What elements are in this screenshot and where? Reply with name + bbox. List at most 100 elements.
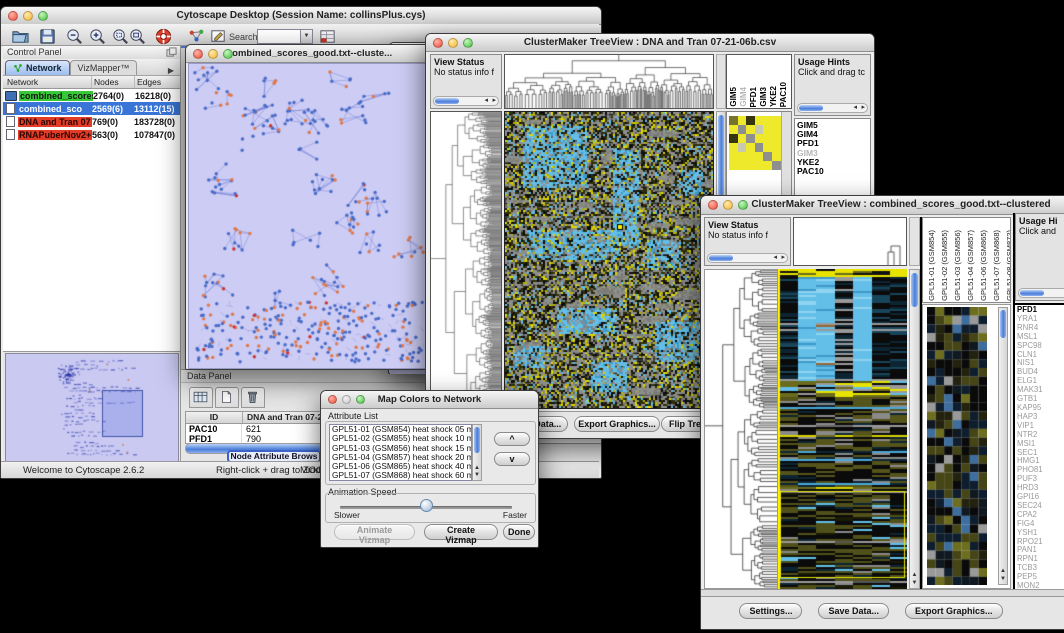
zoom-window-icon[interactable]	[356, 395, 365, 404]
minimize-icon[interactable]	[448, 38, 458, 48]
treeview2-window: ClusterMaker TreeView : combined_scores_…	[700, 195, 1064, 630]
minimize-icon[interactable]	[723, 200, 733, 210]
tab-overflow-arrow[interactable]: ▶	[164, 66, 178, 75]
attribute-list-item[interactable]: GPL51-07 (GSM868) heat shock 60 min	[332, 471, 471, 480]
network-overview-canvas[interactable]	[5, 353, 179, 463]
treeview2-titlebar[interactable]: ClusterMaker TreeView : combined_scores_…	[701, 196, 1064, 215]
scroll-right-icon[interactable]: ▸	[861, 104, 865, 112]
treeview-button[interactable]: Export Graphics...	[905, 603, 1003, 619]
scroll-down-icon[interactable]: ▼	[473, 472, 481, 479]
create-vizmap-button[interactable]: Create Vizmap	[424, 524, 498, 540]
treeview-button[interactable]: Settings...	[739, 603, 802, 619]
row-dendrogram-canvas[interactable]	[431, 112, 501, 408]
usage-hints-scrollbar[interactable]: ◂▸	[1018, 288, 1064, 298]
zoom-in-button[interactable]	[87, 27, 107, 47]
main-titlebar[interactable]: Cytoscape Desktop (Session Name: collins…	[1, 7, 601, 25]
create-attribute-button[interactable]	[215, 387, 239, 408]
network1-canvas[interactable]	[188, 63, 432, 369]
view-status-scrollbar[interactable]: ◂▸	[433, 96, 499, 106]
usage-hints-title: Usage Hi	[1019, 216, 1064, 226]
zoom-window-icon[interactable]	[463, 38, 473, 48]
treeview1-titlebar[interactable]: ClusterMaker TreeView : DNA and Tran 07-…	[426, 34, 874, 52]
zoom-window-icon[interactable]	[738, 200, 748, 210]
global-vscrollbar[interactable]: ▲ ▼	[909, 269, 920, 589]
table-icon	[192, 389, 209, 405]
move-down-button[interactable]: v	[494, 452, 530, 466]
window-controls	[8, 11, 48, 21]
zoom-vscrollbar[interactable]: ▲ ▼	[998, 307, 1008, 585]
save-session-button[interactable]	[37, 27, 57, 47]
faster-label: Faster	[503, 510, 527, 520]
row-dendrogram-panel	[430, 111, 502, 409]
view-status-scrollbar[interactable]: ◂▸	[707, 253, 788, 263]
scroll-up-icon[interactable]: ▲	[473, 465, 481, 472]
treeview-button[interactable]: Export Graphics...	[574, 416, 660, 432]
global-heatmap-canvas[interactable]	[778, 269, 907, 589]
matrix-cell	[746, 143, 755, 152]
column-header-network[interactable]: Network	[3, 76, 92, 88]
animate-vizmap-button[interactable]: Animate Vizmap	[334, 524, 415, 540]
zoom-heatmap-canvas[interactable]	[927, 307, 987, 585]
network-list-row[interactable]: RNAPuberNov2+!563(0)107847(0)	[3, 128, 180, 141]
tab-network[interactable]: Network	[5, 60, 70, 75]
minimize-icon[interactable]	[23, 11, 33, 21]
network-list-row[interactable]: combined_sco2569(6)13112(15)	[3, 102, 180, 115]
column-header-id[interactable]: ID	[186, 412, 243, 423]
matrix-cell	[772, 116, 781, 125]
heatmap-canvas[interactable]	[505, 112, 713, 408]
column-header-edges[interactable]: Edges	[135, 76, 180, 88]
zoom-window-icon[interactable]	[38, 11, 48, 21]
scroll-right-icon[interactable]: ▸	[492, 97, 496, 105]
attribute-list[interactable]: GPL51-01 (GSM854) heat shock 05 minGPL51…	[329, 424, 472, 481]
delete-attribute-button[interactable]	[241, 387, 265, 408]
column-dendrogram-canvas[interactable]	[505, 55, 713, 108]
scroll-up-icon[interactable]: ▲	[999, 568, 1007, 575]
scroll-left-icon[interactable]: ◂	[853, 104, 857, 112]
scroll-right-icon[interactable]: ▸	[781, 254, 785, 262]
column-labels-panel: GIM5GIM4PFD1GIM3YKE2PAC10	[726, 54, 792, 109]
network-list-row[interactable]: DNA and Tran 07769(0)183728(0)	[3, 115, 180, 128]
attribute-list-scrollbar[interactable]: ▲ ▼	[472, 424, 482, 481]
zoom-fit-button[interactable]	[127, 27, 147, 47]
column-label: GPL51-01 (GSM854)	[926, 230, 937, 301]
network1-titlebar[interactable]: combined_scores_good.txt--cluste...	[186, 45, 433, 63]
speed-slider-thumb[interactable]	[420, 499, 433, 512]
scroll-up-icon[interactable]: ▲	[910, 572, 919, 579]
close-icon[interactable]	[328, 395, 337, 404]
scroll-left-icon[interactable]: ◂	[484, 97, 488, 105]
column-label: GPL51-04 (GSM857)	[965, 230, 976, 301]
select-attributes-button[interactable]	[189, 387, 213, 408]
zoom-out-button[interactable]	[64, 27, 84, 47]
column-dendrogram-canvas[interactable]	[794, 218, 906, 265]
close-icon[interactable]	[433, 38, 443, 48]
similarity-matrix[interactable]	[729, 116, 781, 170]
open-session-button[interactable]	[10, 27, 30, 47]
network-edges-count: 13112(15)	[134, 104, 180, 114]
view-status-text: No status info f	[434, 67, 494, 77]
attribute-list-group: GPL51-01 (GSM854) heat shock 05 minGPL51…	[325, 421, 536, 485]
column-header-nodes[interactable]: Nodes	[92, 76, 135, 88]
dialog-titlebar[interactable]: Map Colors to Network	[321, 391, 538, 409]
network-name: DNA and Tran 07	[18, 117, 92, 127]
minimize-icon[interactable]	[342, 395, 351, 404]
minimize-icon[interactable]	[208, 49, 218, 59]
treeview-button[interactable]: Save Data...	[818, 603, 889, 619]
close-icon[interactable]	[8, 11, 18, 21]
scroll-left-icon[interactable]: ◂	[773, 254, 777, 262]
scroll-down-icon[interactable]: ▼	[999, 576, 1007, 583]
matrix-cell	[746, 125, 755, 134]
search-dropdown-arrow[interactable]: ▼	[300, 29, 313, 44]
scroll-down-icon[interactable]: ▼	[910, 580, 919, 587]
zoom-window-icon[interactable]	[223, 49, 233, 59]
move-up-button[interactable]: ^	[494, 432, 530, 446]
row-dendrogram-canvas[interactable]	[705, 270, 777, 588]
close-icon[interactable]	[708, 200, 718, 210]
close-icon[interactable]	[193, 49, 203, 59]
help-button[interactable]	[153, 27, 173, 47]
column-label: GPL51-06 (GSM865)	[978, 230, 989, 301]
tab-vizmapper[interactable]: VizMapper™	[70, 60, 138, 75]
network-list-row[interactable]: combined_scores2764(0)16218(0)	[3, 89, 180, 102]
done-button[interactable]: Done	[503, 524, 535, 540]
slower-label: Slower	[334, 510, 360, 520]
usage-hints-scrollbar[interactable]: ◂▸	[797, 103, 868, 113]
